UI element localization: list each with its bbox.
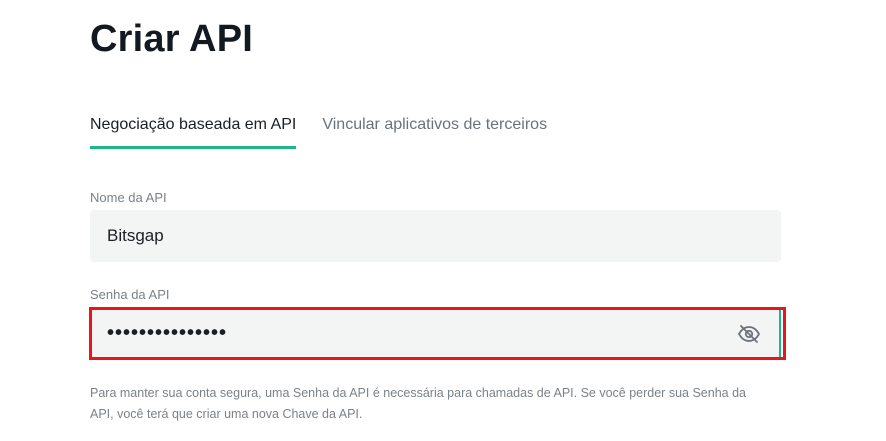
tab-bar: Negociação baseada em API Vincular aplic… — [90, 116, 547, 149]
password-help-text: Para manter sua conta segura, uma Senha … — [90, 386, 746, 421]
api-password-value[interactable]: ••••••••••••••• — [107, 322, 707, 345]
page-title: Criar API — [90, 18, 254, 60]
api-name-value[interactable]: Bitsgap — [107, 226, 707, 246]
api-password-field[interactable]: ••••••••••••••• — [92, 310, 781, 357]
api-name-field[interactable]: Bitsgap — [90, 210, 781, 262]
create-api-page: Criar API Negociação baseada em API Vinc… — [0, 0, 886, 441]
api-password-label: Senha da API — [90, 287, 170, 302]
tab-third-party-apps[interactable]: Vincular aplicativos de terceiros — [322, 116, 547, 149]
api-name-label: Nome da API — [90, 190, 167, 205]
eye-off-icon[interactable] — [737, 322, 761, 346]
tab-api-trading[interactable]: Negociação baseada em API — [90, 116, 297, 149]
